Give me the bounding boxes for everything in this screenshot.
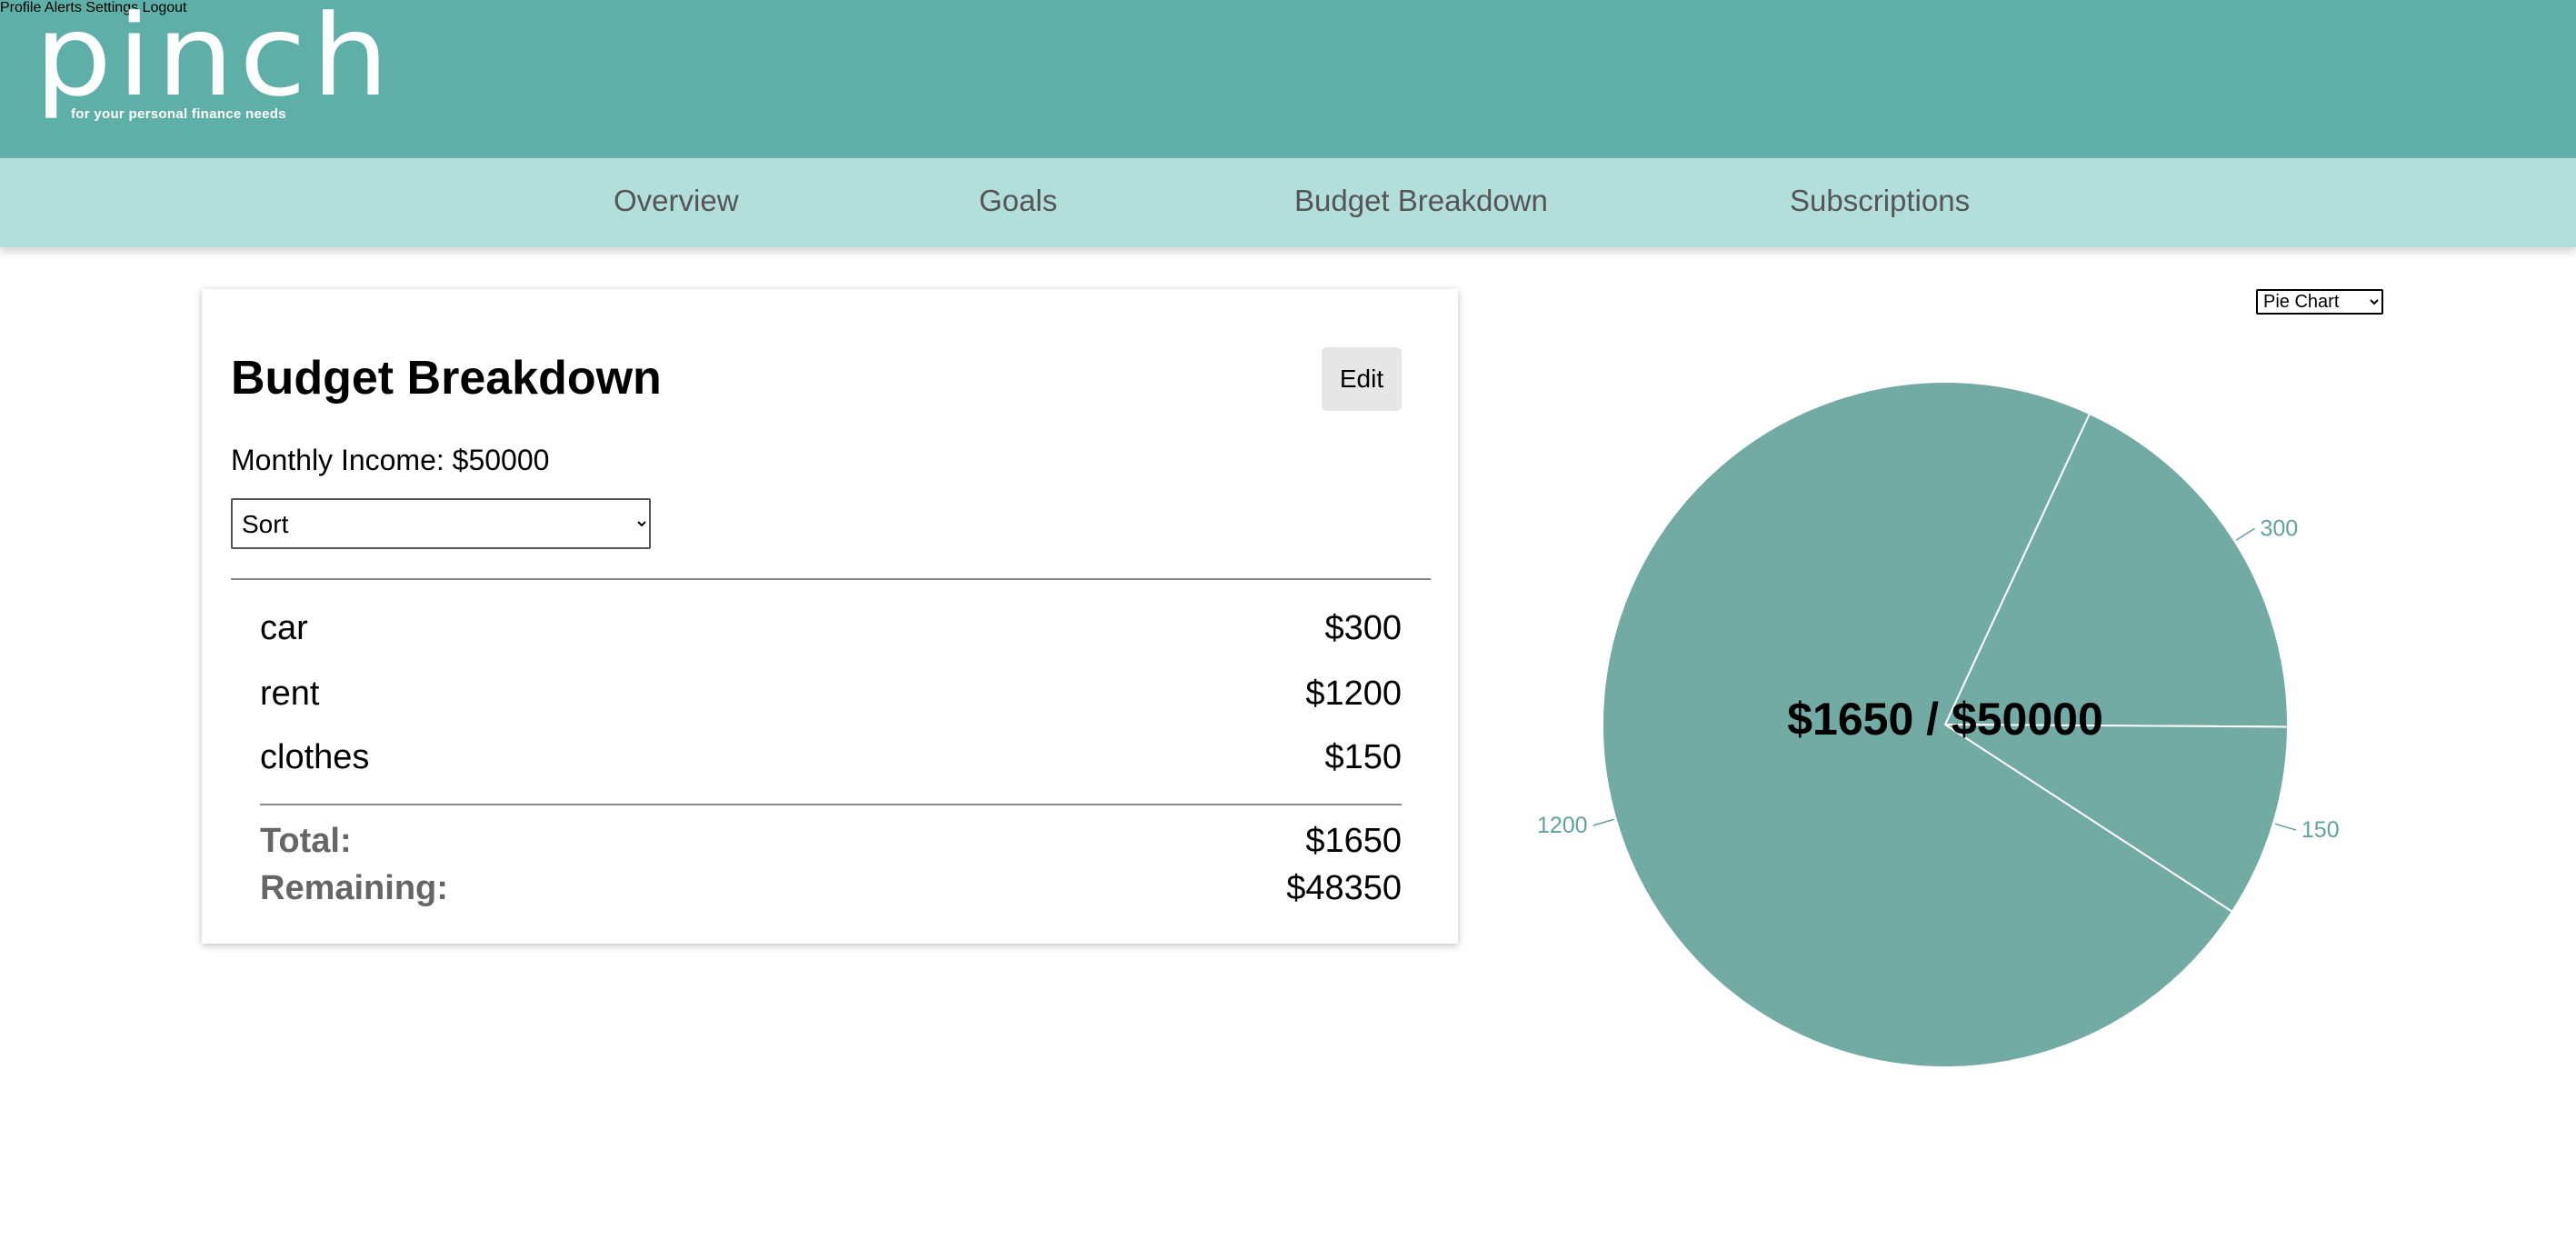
chart-type-select[interactable]: Pie Chart	[2256, 289, 2383, 315]
top-header: pinch for your personal finance needs Pr…	[0, 0, 2576, 158]
item-amount: $300	[1324, 609, 1402, 647]
divider	[260, 804, 1402, 805]
logo-wordmark: pinch	[35, 0, 394, 122]
pinch-logo[interactable]: pinch for your personal finance needs	[35, 0, 389, 140]
pie-label-leader	[2235, 527, 2255, 541]
pie-label-leader	[2274, 823, 2297, 831]
remaining-label: Remaining:	[260, 869, 448, 907]
item-name: rent	[260, 675, 320, 713]
logo-tagline: for your personal finance needs	[71, 106, 286, 122]
pie-center-label: $1650 / $50000	[1787, 694, 2103, 745]
tab-subscriptions[interactable]: Subscriptions	[1790, 184, 1970, 218]
tab-budget-breakdown[interactable]: Budget Breakdown	[1294, 184, 1548, 218]
pie-slice-label: 1200	[1537, 813, 1588, 838]
pie-slice-label: 150	[2301, 817, 2340, 843]
tab-goals[interactable]: Goals	[979, 184, 1057, 218]
edit-button[interactable]: Edit	[1322, 347, 1402, 411]
list-item: clothes $150	[260, 738, 1402, 784]
divider	[231, 578, 1431, 580]
total-row: Total: $1650	[260, 822, 1402, 864]
pie-slice-label: 300	[2260, 515, 2298, 541]
item-amount: $1200	[1305, 675, 1402, 713]
pie-label-leader	[1593, 818, 1614, 826]
remaining-row: Remaining: $48350	[260, 869, 1402, 911]
tab-overview[interactable]: Overview	[614, 184, 739, 218]
sub-navigation: Overview Goals Budget Breakdown Subscrip…	[0, 158, 2576, 247]
item-amount: $150	[1324, 738, 1402, 776]
sort-select[interactable]: Sort	[231, 498, 651, 549]
budget-breakdown-card: Budget Breakdown Edit Monthly Income: $5…	[202, 289, 1458, 944]
total-label: Total:	[260, 822, 352, 860]
list-item: car $300	[260, 609, 1402, 655]
list-item: rent $1200	[260, 675, 1402, 720]
total-value: $1650	[1305, 822, 1402, 860]
remaining-value: $48350	[1286, 869, 1402, 907]
item-name: clothes	[260, 738, 370, 776]
monthly-income: Monthly Income: $50000	[231, 444, 550, 476]
page-title: Budget Breakdown	[231, 352, 662, 405]
item-name: car	[260, 609, 308, 647]
